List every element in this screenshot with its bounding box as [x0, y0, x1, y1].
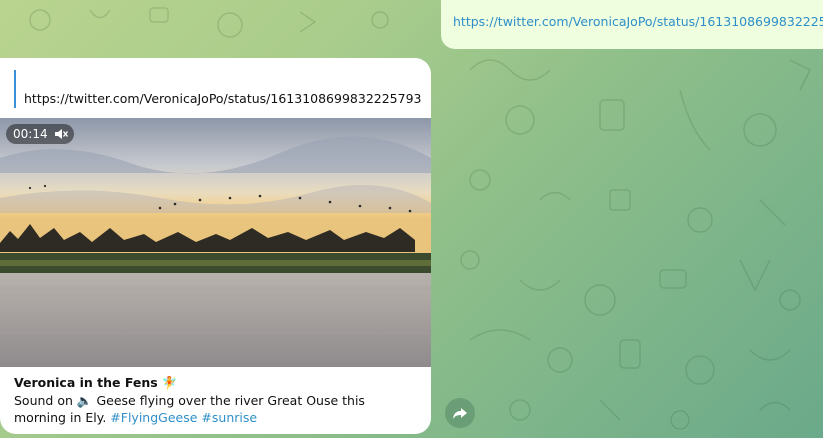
- video-duration-badge: 00:14: [6, 124, 74, 144]
- forward-message-button[interactable]: [445, 398, 475, 428]
- incoming-message-bubble: https://twitter.com/VeronicaJoPo/status/…: [0, 58, 431, 434]
- hashtag-sunrise[interactable]: #sunrise: [201, 410, 257, 425]
- caption-sound-prefix: Sound on: [14, 392, 73, 408]
- hashtag-flying-geese[interactable]: #FlyingGeese: [110, 410, 197, 425]
- fairy-emoji: 🧚: [161, 375, 178, 390]
- outgoing-message-bubble: https://twitter.com/VeronicaJoPo/status/…: [441, 0, 823, 49]
- outgoing-message-link[interactable]: https://twitter.com/VeronicaJoPo/status/…: [453, 14, 823, 29]
- quoted-url-text[interactable]: https://twitter.com/VeronicaJoPo/status/…: [24, 91, 422, 106]
- video-duration: 00:14: [13, 127, 48, 141]
- video-preview[interactable]: [0, 118, 431, 367]
- speaker-emoji: 🔈: [76, 392, 93, 408]
- message-caption: Veronica in the Fens 🧚 Sound on 🔈 Geese …: [14, 374, 418, 427]
- caption-title: Veronica in the Fens: [14, 375, 158, 390]
- speaker-muted-icon[interactable]: [54, 127, 68, 141]
- forward-arrow-icon: [453, 408, 467, 419]
- quote-bar: [14, 70, 16, 108]
